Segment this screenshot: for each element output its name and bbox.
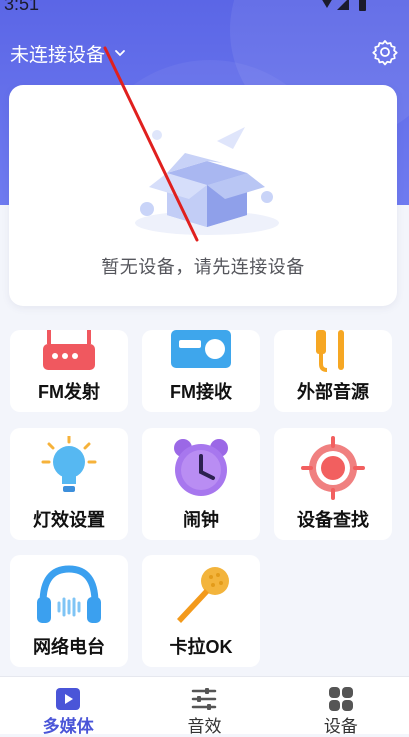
status-time: 3:51 xyxy=(4,0,40,14)
status-signal-icons xyxy=(322,0,366,11)
status-bar: 3:51 xyxy=(0,0,409,18)
locate-target-icon xyxy=(301,436,365,500)
device-selector[interactable]: 未连接设备 xyxy=(10,38,127,68)
light-bulb-icon xyxy=(41,436,97,492)
device-selector-label: 未连接设备 xyxy=(10,44,106,66)
chevron-down-icon xyxy=(115,50,125,57)
fm-radio-icon xyxy=(171,330,231,368)
feature-label: FM接收 xyxy=(170,382,232,402)
feature-label: 卡拉OK xyxy=(169,637,233,657)
empty-state-message: 暂无设备，请先连接设备 xyxy=(101,257,305,277)
feature-tile-alarm[interactable]: 闹钟 xyxy=(142,428,260,540)
grid-icon xyxy=(328,687,353,711)
gear-icon[interactable] xyxy=(371,38,399,66)
feature-label: 灯效设置 xyxy=(33,510,105,530)
play-icon xyxy=(56,688,81,710)
nav-label: 音效 xyxy=(187,717,222,736)
empty-box-illustration xyxy=(135,127,279,235)
empty-state-card: 暂无设备，请先连接设备 xyxy=(9,85,397,306)
nav-tab-multimedia[interactable]: 多媒体 xyxy=(0,677,136,736)
nav-tab-device[interactable]: 设备 xyxy=(273,677,409,736)
feature-label: 网络电台 xyxy=(33,637,105,657)
headphones-icon xyxy=(37,565,101,623)
feature-label: 设备查找 xyxy=(297,510,369,530)
nav-tab-sound-effects[interactable]: 音效 xyxy=(136,677,272,736)
battery-icon xyxy=(359,0,366,11)
feature-label: 闹钟 xyxy=(183,510,219,530)
feature-tile-karaoke[interactable]: 卡拉OK xyxy=(142,555,260,667)
bottom-navigation: 多媒体 音效 设备 xyxy=(0,676,409,736)
feature-tile-fm-receive[interactable]: FM接收 xyxy=(142,330,260,412)
equalizer-icon xyxy=(192,688,217,710)
wifi-icon xyxy=(322,0,332,8)
feature-tile-find-device[interactable]: 设备查找 xyxy=(274,428,392,540)
fm-transmitter-icon xyxy=(43,330,95,370)
feature-label: FM发射 xyxy=(38,382,100,402)
feature-label: 外部音源 xyxy=(297,382,369,402)
feature-tile-fm-transmit[interactable]: FM发射 xyxy=(10,330,128,412)
alarm-clock-icon xyxy=(174,439,228,496)
feature-tile-light[interactable]: 灯效设置 xyxy=(10,428,128,540)
aux-cable-icon xyxy=(316,330,344,372)
microphone-icon xyxy=(177,567,229,623)
cell-signal-icon xyxy=(337,0,349,10)
nav-label: 多媒体 xyxy=(42,717,94,736)
nav-label: 设备 xyxy=(323,717,358,736)
feature-tile-net-radio[interactable]: 网络电台 xyxy=(10,555,128,667)
feature-tile-aux[interactable]: 外部音源 xyxy=(274,330,392,412)
